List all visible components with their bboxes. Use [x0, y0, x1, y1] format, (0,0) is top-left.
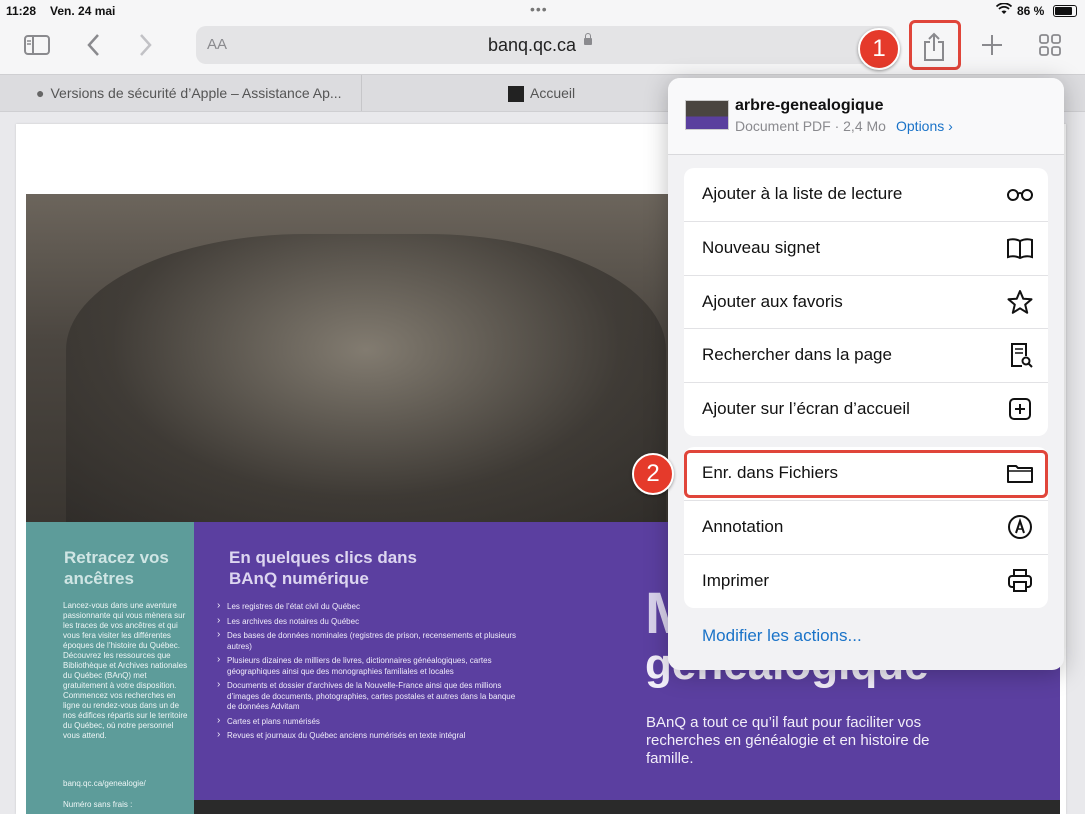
tab-title: Versions de sécurité d’Apple – Assistanc…: [50, 85, 342, 101]
bullet-item: Les registres de l’état civil du Québec: [217, 601, 517, 613]
bullet-item: Les archives des notaires du Québec: [217, 616, 517, 628]
action-label: Annotation: [702, 517, 784, 536]
save-to-files-highlight: [684, 450, 1048, 498]
add-square-icon: [1006, 396, 1034, 422]
battery-level: [1055, 7, 1073, 15]
action-annotation[interactable]: Annotation: [684, 501, 1048, 554]
book-icon: [1006, 235, 1034, 261]
glasses-icon: [1006, 181, 1034, 207]
share-highlight: [909, 20, 961, 70]
action-add-home-screen[interactable]: Ajouter sur l’écran d’accueil: [684, 383, 1048, 436]
modify-actions-link[interactable]: Modifier les actions...: [702, 626, 862, 646]
tab-divider: [361, 75, 362, 111]
battery-icon: [1053, 5, 1077, 17]
document-thumbnail: [685, 100, 729, 130]
markup-icon: [1006, 514, 1034, 540]
multitasking-dots-icon[interactable]: •••: [530, 1, 548, 17]
url-text[interactable]: banq.qc.ca: [488, 35, 576, 56]
action-new-bookmark[interactable]: Nouveau signet: [684, 222, 1048, 275]
forward-icon[interactable]: [138, 32, 154, 62]
tab-apple-security[interactable]: ● Versions de sécurité d’Apple – Assistan…: [36, 75, 342, 111]
action-add-favorites[interactable]: Ajouter aux favoris: [684, 276, 1048, 329]
action-print[interactable]: Imprimer: [684, 555, 1048, 608]
teal-url: banq.qc.ca/genealogie/: [63, 779, 146, 788]
star-icon: [1006, 289, 1034, 315]
action-label: Ajouter sur l’écran d’accueil: [702, 399, 910, 418]
bullet-list: Les registres de l’état civil du Québec …: [217, 601, 517, 746]
step-badge-2: 2: [632, 453, 674, 495]
apple-icon: ●: [36, 85, 45, 101]
banq-favicon-icon: [508, 86, 524, 103]
action-label: Ajouter à la liste de lecture: [702, 184, 903, 203]
battery-percent: 86 %: [1017, 4, 1045, 18]
lock-icon: [584, 33, 592, 45]
tab-overview-icon[interactable]: [1039, 34, 1061, 60]
wifi-icon: [995, 2, 1013, 18]
sidebar-icon[interactable]: [24, 34, 50, 60]
bullet-item: Des bases de données nominales (registre…: [217, 630, 517, 652]
action-label: Ajouter aux favoris: [702, 292, 843, 311]
teal-phone: Numéro sans frais :: [63, 800, 133, 809]
bullet-item: Plusieurs dizaines de milliers de livres…: [217, 655, 517, 677]
document-meta: Document PDF · 2,4 Mo: [735, 118, 886, 134]
status-bar: 11:28 Ven. 24 mai ••• 86 %: [0, 0, 1085, 22]
document-name: arbre-genealogique: [735, 97, 884, 114]
teal-body: Lancez-vous dans une aventure passionnan…: [63, 601, 188, 740]
tab-title: Accueil: [530, 85, 576, 101]
status-time: 11:28: [6, 4, 37, 18]
bullet-item: Cartes et plans numérisés: [217, 716, 517, 728]
action-label: Imprimer: [702, 571, 770, 590]
tab-accueil[interactable]: Accueil: [508, 75, 575, 111]
dark-band: [194, 800, 1060, 814]
purple-heading: En quelques clics dans BAnQ numérique: [229, 548, 418, 588]
action-find-in-page[interactable]: Rechercher dans la page: [684, 329, 1048, 382]
bullet-item: Documents et dossier d’archives de la No…: [217, 680, 517, 713]
status-date: Ven. 24 mai: [50, 4, 116, 18]
photo-crowd: [66, 234, 666, 522]
printer-icon: [1006, 568, 1034, 594]
back-icon[interactable]: [85, 32, 101, 62]
find-in-page-icon: [1006, 342, 1034, 368]
action-label: Nouveau signet: [702, 238, 821, 257]
action-label: Rechercher dans la page: [702, 345, 892, 364]
address-bar[interactable]: AA banq.qc.ca: [196, 26, 896, 64]
reader-text-size-button[interactable]: AA: [207, 36, 227, 53]
banq-description: BAnQ a tout ce qu’il faut pour faciliter…: [646, 714, 930, 767]
bullet-item: Revues et journaux du Québec anciens num…: [217, 730, 517, 742]
teal-heading: Retracez vos ancêtres: [64, 548, 169, 588]
new-tab-icon[interactable]: [981, 34, 1003, 60]
options-link[interactable]: Options ›: [896, 118, 953, 134]
step-badge-1: 1: [858, 28, 900, 70]
action-reading-list[interactable]: Ajouter à la liste de lecture: [684, 168, 1048, 221]
